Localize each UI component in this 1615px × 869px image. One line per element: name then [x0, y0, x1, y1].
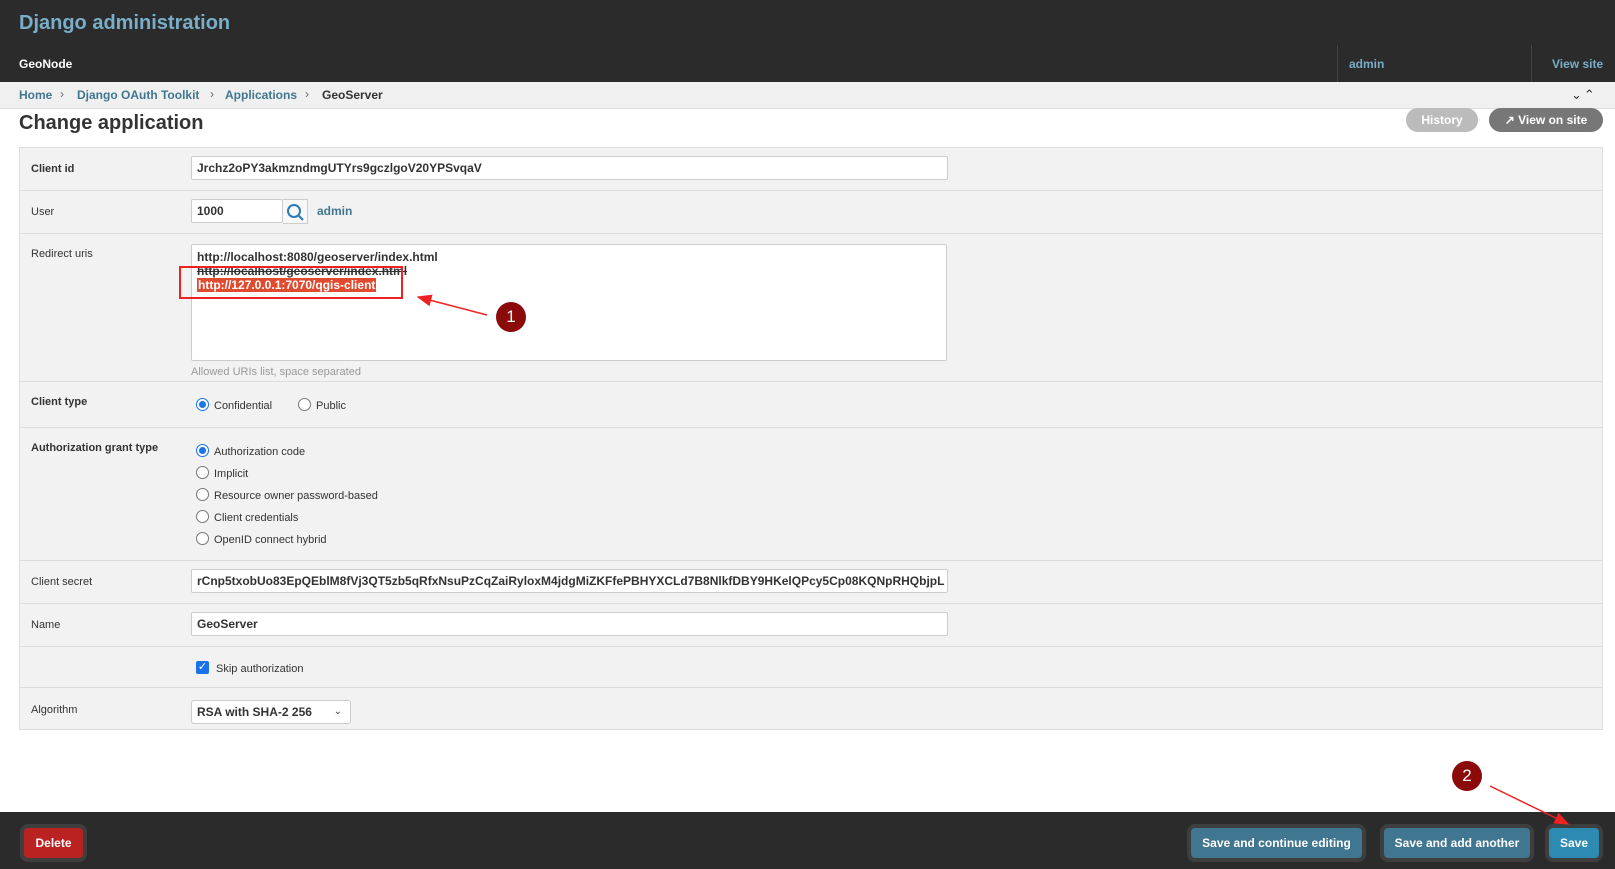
annotation-badge-2: 2 [1452, 761, 1482, 791]
option-confidential: Confidential [214, 400, 273, 412]
view-site-link[interactable]: View site [1552, 57, 1603, 71]
page-title: Change application [19, 112, 204, 134]
client-secret-row: Client secret rCnp5txobUo83EpQEblM8fVj3Q… [20, 561, 1602, 604]
breadcrumb-home[interactable]: Home [19, 88, 52, 102]
client-secret-input[interactable]: rCnp5txobUo83EpQEblM8fVj3QT5zb5qRfxNsuPz… [191, 569, 948, 593]
external-arrow-icon: ↗ [1504, 113, 1519, 127]
user-id-input[interactable]: 1000 [191, 199, 283, 223]
annotation-badge-1: 1 [496, 302, 526, 332]
collapse-toggle-icon[interactable]: ⌄⌃ [1571, 87, 1597, 103]
radio-implicit[interactable] [196, 466, 209, 479]
application-form: Client id Jrchz2oPY3akmzndmgUTYrs9gczlgo… [19, 147, 1603, 730]
option-authorization-code: Authorization code [214, 446, 306, 458]
radio-confidential[interactable] [196, 398, 209, 411]
breadcrumb-applications[interactable]: Applications [225, 88, 297, 102]
redirect-uris-textarea[interactable]: http://localhost:8080/geoserver/index.ht… [191, 244, 947, 361]
breadcrumb-oauth-toolkit[interactable]: Django OAuth Toolkit [77, 88, 199, 102]
skip-authorization-label: Skip authorization [216, 663, 304, 675]
history-button[interactable]: History [1406, 108, 1478, 132]
client-type-label: Client type [31, 396, 88, 408]
radio-authorization-code[interactable] [196, 444, 209, 457]
algorithm-select[interactable]: RSA with SHA-2 256 ⌄ [191, 700, 351, 724]
client-secret-label: Client secret [31, 576, 93, 588]
view-on-site-button[interactable]: ↗ View on site [1489, 108, 1603, 132]
chevron-right-icon: › [210, 87, 214, 101]
chevron-down-icon: ⌄ [333, 706, 342, 717]
header-divider [1337, 45, 1338, 82]
save-add-another-button[interactable]: Save and add another [1384, 828, 1530, 858]
brand-label: GeoNode [19, 57, 73, 71]
user-link[interactable]: admin [1349, 57, 1384, 71]
header-divider [1531, 45, 1532, 82]
radio-public[interactable] [298, 398, 311, 411]
algorithm-label: Algorithm [31, 704, 78, 716]
chevron-right-icon: › [60, 87, 64, 101]
client-id-input[interactable]: Jrchz2oPY3akmzndmgUTYrs9gczlgoV20YPSvqaV [191, 156, 948, 180]
redirect-uris-row: Redirect uris http://localhost:8080/geos… [20, 234, 1602, 382]
save-continue-button[interactable]: Save and continue editing [1191, 828, 1362, 858]
breadcrumb-current: GeoServer [322, 88, 383, 102]
radio-client-credentials[interactable] [196, 510, 209, 523]
redirect-uris-label: Redirect uris [31, 248, 93, 260]
option-public: Public [316, 400, 346, 412]
name-label: Name [31, 619, 61, 631]
skip-authorization-row: ✓ Skip authorization [20, 647, 1602, 688]
site-title[interactable]: Django administration [19, 12, 230, 35]
algorithm-value: RSA with SHA-2 256 [197, 705, 312, 719]
algorithm-row: Algorithm RSA with SHA-2 256 ⌄ [20, 688, 1602, 730]
chevron-right-icon: › [305, 87, 309, 101]
name-row: Name GeoServer [20, 604, 1602, 647]
user-related-label[interactable]: admin [317, 204, 352, 218]
option-password: Resource owner password-based [214, 490, 378, 502]
checkmark-icon: ✓ [197, 661, 208, 673]
client-type-row: Client type Confidential Public [20, 382, 1602, 428]
option-implicit: Implicit [214, 468, 249, 480]
annotation-highlight-box [179, 266, 403, 299]
user-label: User [31, 206, 55, 218]
option-openid-hybrid: OpenID connect hybrid [214, 534, 327, 546]
client-id-row: Client id Jrchz2oPY3akmzndmgUTYrs9gczlgo… [20, 148, 1602, 191]
save-button[interactable]: Save [1549, 828, 1599, 858]
radio-openid-hybrid[interactable] [196, 532, 209, 545]
breadcrumb: Home › Django OAuth Toolkit › Applicatio… [0, 82, 1615, 109]
redirect-uri-line: http://localhost:8080/geoserver/index.ht… [197, 250, 438, 264]
lookup-button[interactable] [283, 199, 308, 224]
option-client-credentials: Client credentials [214, 512, 299, 524]
name-input[interactable]: GeoServer [191, 612, 948, 636]
site-header: Django administration GeoNode admin View… [0, 0, 1615, 82]
submit-row: Delete Save and continue editing Save an… [0, 812, 1615, 869]
view-on-site-label: View on site [1518, 113, 1588, 127]
grant-type-label: Authorization grant type [31, 442, 159, 454]
grant-type-row: Authorization grant type Authorization c… [20, 428, 1602, 561]
radio-password[interactable] [196, 488, 209, 501]
delete-button[interactable]: Delete [24, 828, 83, 858]
redirect-uris-help: Allowed URIs list, space separated [191, 366, 361, 378]
magnifier-icon [287, 204, 304, 221]
skip-authorization-checkbox[interactable]: ✓ [196, 661, 209, 674]
client-id-label: Client id [31, 163, 75, 175]
user-row: User 1000 admin [20, 191, 1602, 234]
